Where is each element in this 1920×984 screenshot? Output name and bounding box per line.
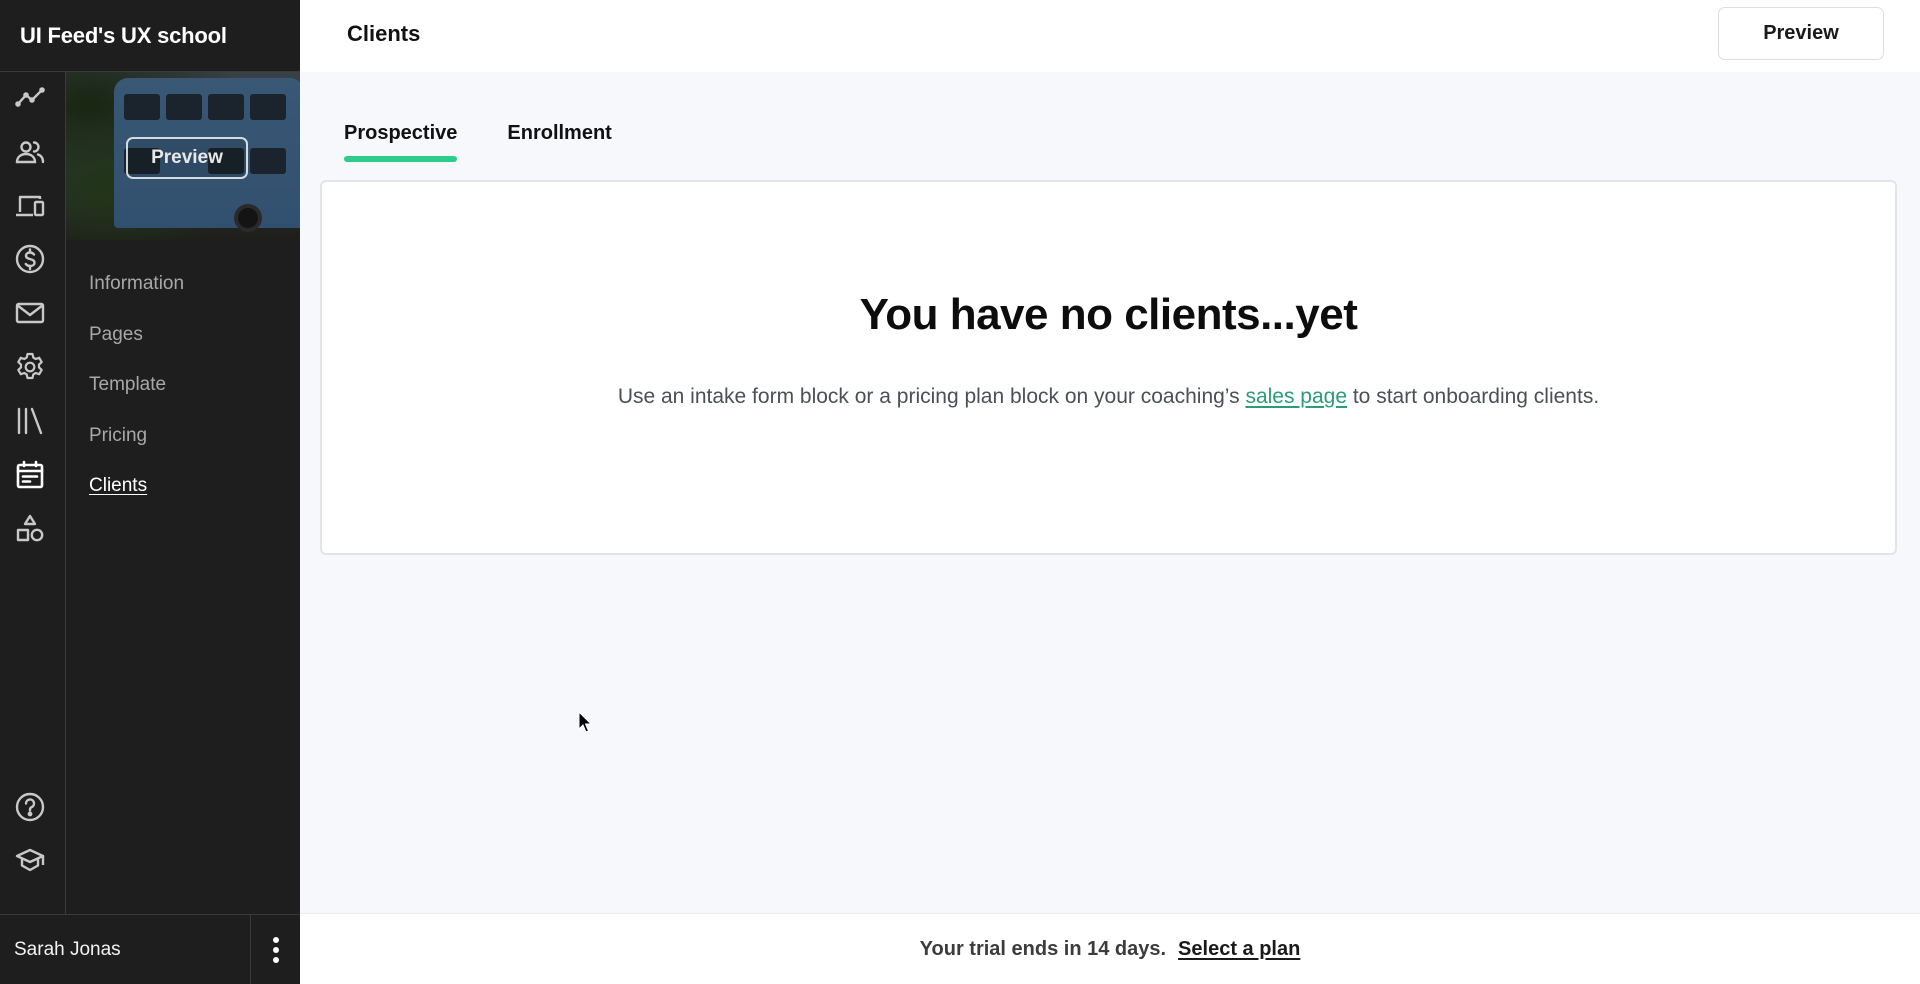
subnav-item-pricing[interactable]: Pricing — [89, 424, 184, 475]
page-title: Clients — [347, 21, 421, 46]
users-icon[interactable] — [13, 135, 47, 169]
gear-icon[interactable] — [13, 350, 47, 384]
preview-button[interactable]: Preview — [1718, 7, 1884, 60]
icon-rail — [0, 72, 66, 914]
help-circle-icon[interactable] — [13, 790, 47, 824]
cover-preview-button[interactable]: Preview — [126, 137, 248, 179]
subnav-item-template[interactable]: Template — [89, 373, 184, 424]
mail-icon[interactable] — [13, 296, 47, 330]
trial-message: Your trial ends in 14 days. — [919, 937, 1167, 960]
shapes-icon[interactable] — [13, 512, 47, 546]
empty-state-title: You have no clients...yet — [859, 290, 1358, 339]
empty-state-card: You have no clients...yet Use an intake … — [320, 180, 1897, 555]
top-header: Clients Preview — [300, 0, 1920, 72]
dollar-circle-icon[interactable] — [13, 242, 47, 276]
subnav-item-pages[interactable]: Pages — [89, 323, 184, 374]
trend-line-icon[interactable] — [13, 81, 47, 115]
kebab-menu-icon[interactable] — [262, 931, 290, 969]
app-brand: UI Feed's UX school — [0, 0, 300, 72]
tab-prospective[interactable]: Prospective — [344, 118, 458, 164]
graduation-cap-icon[interactable] — [13, 843, 47, 877]
select-plan-link[interactable]: Select a plan — [1178, 938, 1300, 961]
user-bar: Sarah Jonas — [0, 914, 300, 984]
devices-icon[interactable] — [13, 189, 47, 223]
tab-enrollment[interactable]: Enrollment — [507, 118, 611, 164]
subnav-list: Information Pages Template Pricing Clien… — [89, 272, 184, 525]
app-title: UI Feed's UX school — [20, 22, 227, 48]
subnav-item-information[interactable]: Information — [89, 272, 184, 323]
trial-banner: Your trial ends in 14 days. Select a pla… — [300, 913, 1920, 984]
sidebar: UI Feed's UX school Preview Information … — [0, 0, 300, 984]
cover-image: Preview — [66, 72, 300, 240]
subnav-item-clients[interactable]: Clients — [89, 474, 184, 525]
empty-state-text: Use an intake form block or a pricing pl… — [617, 385, 1600, 408]
user-name[interactable]: Sarah Jonas — [14, 915, 121, 984]
sales-page-link[interactable]: sales page — [1245, 385, 1347, 408]
subnav: Preview Information Pages Template Prici… — [66, 72, 300, 914]
client-tabs: Prospective Enrollment — [344, 118, 662, 164]
mouse-cursor-icon — [578, 711, 593, 733]
library-icon[interactable] — [13, 404, 47, 438]
calendar-icon[interactable] — [13, 458, 47, 492]
